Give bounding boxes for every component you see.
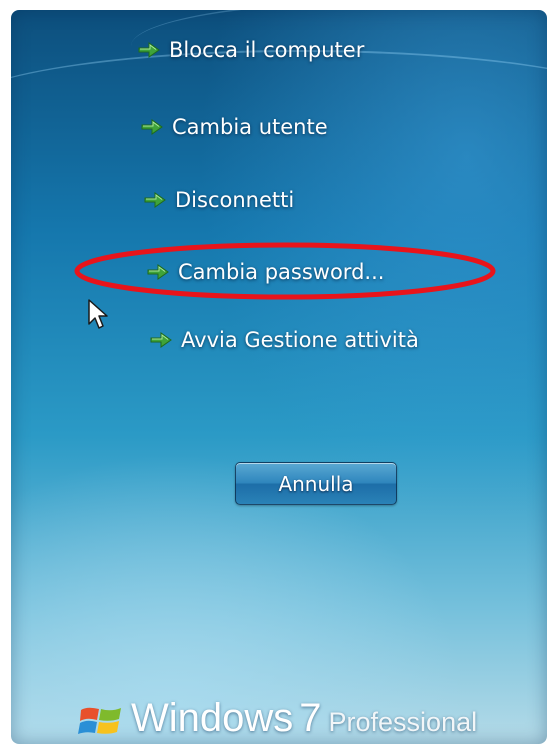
green-arrow-icon: [141, 119, 163, 135]
lock-computer-label: Blocca il computer: [169, 38, 365, 62]
switch-user-option[interactable]: Cambia utente: [140, 115, 328, 139]
lock-computer-option[interactable]: Blocca il computer: [137, 38, 364, 62]
windows-edition: Professional: [328, 707, 478, 737]
windows-version: 7: [299, 696, 322, 740]
task-manager-option[interactable]: Avvia Gestione attività: [149, 328, 419, 352]
cancel-button[interactable]: Annulla: [235, 462, 397, 505]
green-arrow-icon: [144, 192, 166, 208]
windows-logo-icon: [78, 707, 121, 734]
cancel-button-label: Annulla: [278, 471, 354, 496]
switch-user-label: Cambia utente: [172, 115, 328, 139]
windows-branding: Windows 7 Professional: [77, 696, 477, 741]
mouse-cursor-icon: [88, 299, 108, 329]
green-arrow-icon: [150, 332, 172, 348]
secure-desktop-screen: Blocca il computer Cambia utente Disconn…: [11, 10, 547, 744]
log-off-option[interactable]: Disconnetti: [143, 188, 294, 212]
green-arrow-icon: [138, 42, 160, 58]
photo-frame: Blocca il computer Cambia utente Disconn…: [0, 0, 551, 749]
log-off-label: Disconnetti: [175, 188, 295, 212]
task-manager-label: Avvia Gestione attività: [181, 328, 419, 352]
windows-wordmark: Windows: [131, 696, 294, 740]
red-highlight-ellipse: [74, 242, 496, 300]
